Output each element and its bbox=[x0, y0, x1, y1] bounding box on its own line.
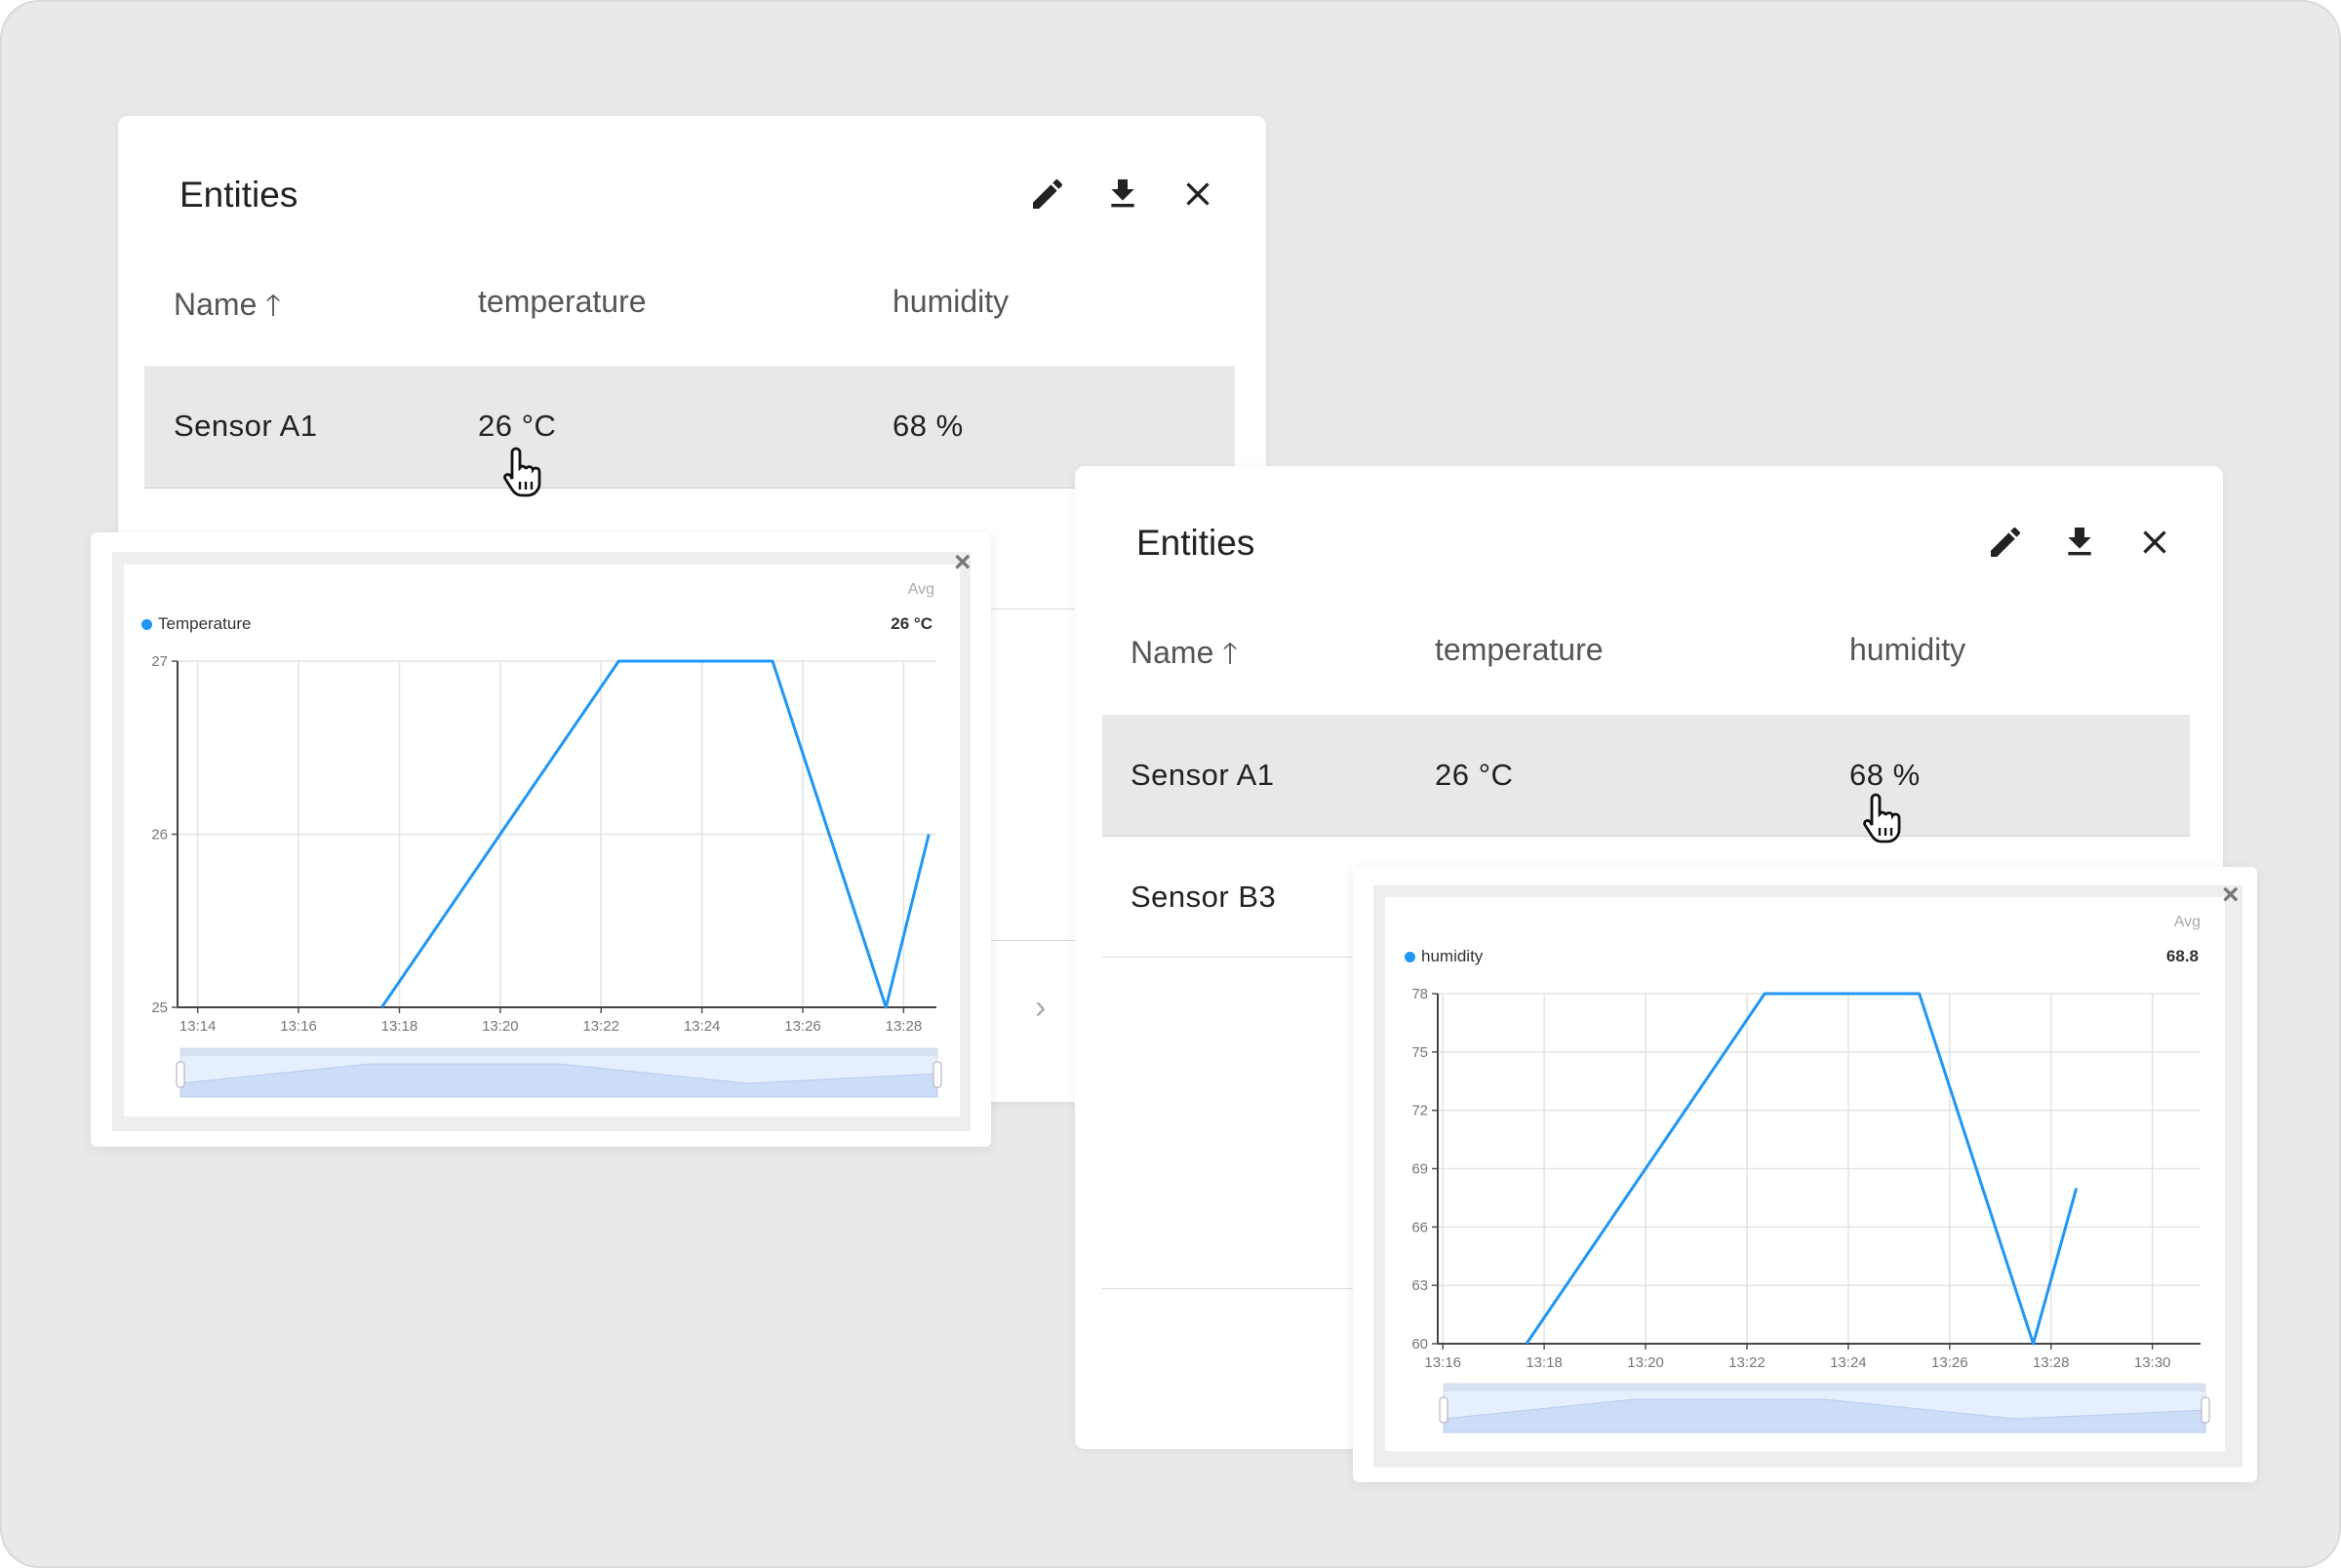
table-row[interactable]: Sensor A1 26 °C 68 % bbox=[144, 366, 1235, 489]
x-tick-label: 13:24 bbox=[684, 1018, 721, 1035]
y-tick-label: 63 bbox=[1411, 1277, 1428, 1294]
x-tick-label: 13:28 bbox=[886, 1018, 923, 1035]
panel-title: Entities bbox=[1136, 523, 1255, 563]
humidity-chart: 60 63 66 69 72 75 78 13:16 13:18 13:20 13:22 13:24 1… bbox=[1411, 986, 2210, 1433]
column-header-label: Name bbox=[174, 287, 258, 322]
y-tick-label: 66 bbox=[1411, 1219, 1428, 1235]
column-header-humidity[interactable]: humidity bbox=[1849, 632, 1965, 668]
x-tick-label: 13:14 bbox=[179, 1018, 217, 1035]
y-tick-label: 69 bbox=[1411, 1161, 1428, 1178]
y-tick-label: 75 bbox=[1411, 1044, 1428, 1061]
download-icon[interactable] bbox=[2058, 521, 2101, 564]
x-tick-label: 13:26 bbox=[784, 1018, 821, 1035]
x-tick-label: 13:16 bbox=[280, 1018, 317, 1035]
table-row[interactable]: Sensor A1 26 °C 68 % bbox=[1102, 715, 2190, 837]
x-tick-label: 13:18 bbox=[381, 1018, 418, 1035]
y-tick-label: 27 bbox=[151, 653, 168, 670]
y-tick-label: 25 bbox=[151, 1000, 168, 1016]
pencil-icon[interactable] bbox=[1984, 521, 2027, 564]
x-tick-label: 13:20 bbox=[482, 1018, 519, 1035]
zoom-slider-bar bbox=[1444, 1384, 2205, 1392]
zoom-slider-handle-left[interactable] bbox=[1439, 1396, 1448, 1424]
y-tick-label: 78 bbox=[1411, 986, 1428, 1002]
panel-title: Entities bbox=[179, 175, 298, 215]
x-tick-label: 13:24 bbox=[1830, 1354, 1867, 1371]
column-header-temperature[interactable]: temperature bbox=[478, 284, 647, 320]
column-header-humidity[interactable]: humidity bbox=[893, 284, 1009, 320]
x-tick-label: 13:16 bbox=[1424, 1354, 1461, 1371]
zoom-slider-handle-right[interactable] bbox=[2201, 1396, 2210, 1424]
x-tick-label: 13:28 bbox=[2033, 1354, 2070, 1371]
cell-temperature[interactable]: 26 °C bbox=[478, 409, 556, 444]
zoom-slider-bar bbox=[180, 1048, 937, 1056]
y-tick-label: 60 bbox=[1411, 1336, 1428, 1352]
x-tick-label: 13:20 bbox=[1627, 1354, 1664, 1371]
arrow-up-icon: 🡑 bbox=[1222, 638, 1238, 670]
cell-humidity[interactable]: 68 % bbox=[1849, 758, 1921, 793]
popup-arrow bbox=[523, 514, 558, 533]
column-header-name[interactable]: Name 🡑 bbox=[174, 284, 281, 333]
close-icon[interactable] bbox=[2133, 521, 2176, 564]
column-header-name[interactable]: Name 🡑 bbox=[1131, 632, 1238, 682]
x-tick-label: 13:22 bbox=[582, 1018, 619, 1035]
zoom-slider-handle-left[interactable] bbox=[176, 1061, 185, 1088]
column-header-temperature[interactable]: temperature bbox=[1435, 632, 1604, 668]
chart-popup-temperature: × Avg 26 °C Temperature 25 26 27 13:14 13:16… bbox=[91, 532, 991, 1147]
temperature-chart: 25 26 27 13:14 13:16 13:18 13:20 13:22 13:24 13:2… bbox=[151, 653, 942, 1098]
cell-temperature[interactable]: 26 °C bbox=[1435, 758, 1513, 793]
cell-humidity[interactable]: 68 % bbox=[893, 409, 964, 444]
cell-name: Sensor A1 bbox=[1131, 758, 1275, 792]
cell-name: Sensor B3 bbox=[1131, 880, 1277, 914]
hand-pointer-cursor-icon bbox=[503, 447, 541, 497]
popup-arrow bbox=[1789, 848, 1824, 868]
cell-name: Sensor A1 bbox=[174, 409, 318, 443]
x-tick-label: 13:18 bbox=[1526, 1354, 1563, 1371]
y-tick-label: 26 bbox=[151, 827, 168, 843]
x-tick-label: 13:26 bbox=[1931, 1354, 1968, 1371]
y-tick-label: 72 bbox=[1411, 1103, 1428, 1119]
chart-popup-humidity: × Avg 68.8 humidity 60 63 66 69 72 75 78 13:16 1… bbox=[1353, 867, 2257, 1482]
arrow-up-icon: 🡑 bbox=[265, 290, 281, 322]
x-tick-label: 13:22 bbox=[1728, 1354, 1766, 1371]
chevron-right-icon[interactable]: › bbox=[1035, 989, 1046, 1027]
download-icon[interactable] bbox=[1101, 173, 1144, 216]
pencil-icon[interactable] bbox=[1026, 173, 1069, 216]
zoom-slider-handle-right[interactable] bbox=[932, 1061, 942, 1088]
hand-pointer-cursor-icon bbox=[1863, 793, 1901, 843]
close-icon[interactable] bbox=[1176, 173, 1219, 216]
x-tick-label: 13:30 bbox=[2134, 1354, 2171, 1371]
column-header-label: Name bbox=[1131, 635, 1214, 670]
